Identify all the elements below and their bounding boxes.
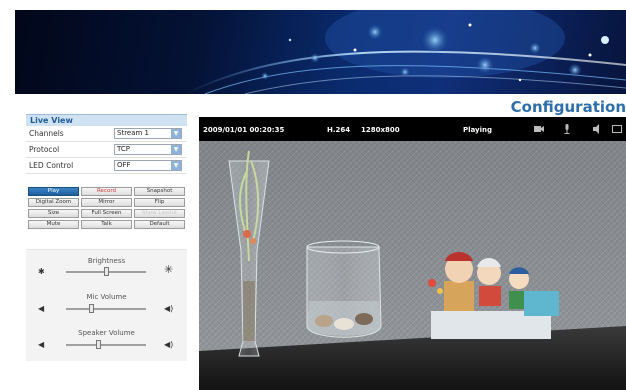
slider-thumb[interactable]: [88, 304, 94, 313]
snapshot-button[interactable]: Snapshot: [134, 187, 185, 196]
live-view-panel: Live View Channels Stream 1 ▼ Protocol T…: [26, 114, 187, 174]
mirror-button[interactable]: Mirror: [81, 198, 132, 207]
volume-high-icon: ◀): [164, 304, 174, 313]
microphone-icon[interactable]: [561, 123, 573, 135]
show-layout-button: Show Layout: [134, 209, 185, 218]
video-resolution: 1280x800: [361, 126, 400, 134]
protocol-select[interactable]: TCP ▼: [114, 144, 182, 155]
slider-thumb[interactable]: [103, 267, 109, 276]
brightness-slider[interactable]: [66, 267, 146, 276]
brightness-label: Brightness: [87, 257, 126, 265]
record-button[interactable]: Record: [81, 187, 132, 196]
live-view-title: Live View: [26, 114, 187, 126]
channels-label: Channels: [29, 129, 64, 138]
full-screen-button[interactable]: Full Screen: [81, 209, 132, 218]
speaker-volume-slider[interactable]: [66, 340, 146, 349]
header-banner: [15, 10, 626, 94]
digital-zoom-button[interactable]: Digital Zoom: [28, 198, 79, 207]
speaker-icon[interactable]: [591, 123, 603, 135]
slider-thumb[interactable]: [96, 340, 101, 349]
volume-high-icon: ◀): [164, 340, 174, 349]
video-status-bar: 2009/01/01 00:20:35 H.264 1280x800 Playi…: [199, 117, 626, 141]
default-button[interactable]: Default: [134, 220, 185, 229]
protocol-label: Protocol: [29, 145, 60, 154]
banner-graphic: [184, 10, 626, 94]
control-buttons: Play Record Snapshot Digital Zoom Mirror…: [28, 187, 185, 229]
video-frame: [199, 141, 626, 390]
chevron-down-icon: ▼: [171, 161, 181, 170]
talk-button[interactable]: Talk: [81, 220, 132, 229]
configuration-link[interactable]: Configuration: [511, 98, 626, 116]
protocol-value: TCP: [117, 145, 130, 153]
chevron-down-icon: ▼: [171, 145, 181, 154]
led-control-select[interactable]: OFF ▼: [114, 160, 182, 171]
channels-row: Channels Stream 1 ▼: [26, 126, 187, 142]
play-button[interactable]: Play: [28, 187, 79, 196]
mic-volume-label: Mic Volume: [86, 293, 127, 301]
volume-low-icon: ◀: [38, 340, 45, 349]
mic-volume-slider[interactable]: [66, 304, 146, 313]
video-timestamp: 2009/01/01 00:20:35: [203, 126, 285, 134]
flip-button[interactable]: Flip: [134, 198, 185, 207]
channels-select[interactable]: Stream 1 ▼: [114, 128, 182, 139]
adjustment-sliders: Brightness ✱ ✳ Mic Volume ◀ ◀) Speaker V…: [26, 249, 187, 361]
video-play-status: Playing: [463, 126, 492, 134]
video-codec: H.264: [327, 126, 351, 134]
brightness-high-icon: ✳: [164, 263, 174, 276]
size-button[interactable]: Size: [28, 209, 79, 218]
brightness-low-icon: ✱: [38, 267, 45, 276]
volume-low-icon: ◀: [38, 304, 45, 313]
camera-icon[interactable]: [533, 123, 545, 135]
speaker-volume-label: Speaker Volume: [78, 329, 135, 337]
led-control-label: LED Control: [29, 161, 74, 170]
protocol-row: Protocol TCP ▼: [26, 142, 187, 158]
video-viewer[interactable]: 2009/01/01 00:20:35 H.264 1280x800 Playi…: [199, 117, 626, 390]
channels-value: Stream 1: [117, 129, 150, 137]
chevron-down-icon: ▼: [171, 129, 181, 138]
led-control-row: LED Control OFF ▼: [26, 158, 187, 174]
mute-button[interactable]: Mute: [28, 220, 79, 229]
led-control-value: OFF: [117, 161, 131, 169]
fullscreen-icon[interactable]: [611, 123, 623, 135]
